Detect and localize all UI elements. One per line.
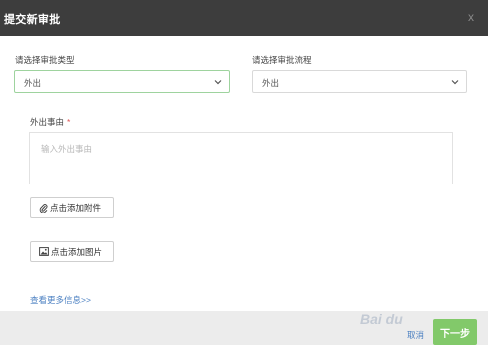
reason-label-text: 外出事由	[30, 117, 65, 127]
cancel-button[interactable]: 取消	[407, 329, 424, 341]
image-icon	[39, 247, 49, 256]
approval-flow-value: 外出	[262, 78, 280, 88]
next-step-label: 下一步	[440, 328, 470, 340]
more-info-link[interactable]: 查看更多信息>>	[30, 294, 91, 306]
dialog-header: 提交新审批 x	[0, 0, 488, 36]
dialog-footer: 取消 下一步	[0, 311, 488, 345]
chevron-down-icon	[451, 80, 459, 85]
approval-type-value: 外出	[24, 78, 42, 88]
add-image-label: 点击添加图片	[51, 246, 103, 257]
baidu-watermark: Bai du	[360, 311, 403, 327]
chevron-down-icon	[214, 80, 222, 85]
add-attachment-button[interactable]: 点击添加附件	[30, 197, 114, 218]
close-icon[interactable]: x	[468, 10, 474, 24]
approval-type-label: 请选择审批类型	[15, 55, 75, 65]
approval-flow-label: 请选择审批流程	[252, 55, 312, 65]
next-step-button[interactable]: 下一步	[433, 319, 477, 345]
approval-type-select[interactable]: 外出	[14, 70, 230, 93]
reason-label: 外出事由 *	[30, 116, 70, 128]
required-mark: *	[67, 117, 71, 127]
add-attachment-label: 点击添加附件	[50, 202, 102, 213]
add-image-button[interactable]: 点击添加图片	[30, 241, 114, 262]
reason-placeholder: 输入外出事由	[41, 144, 93, 154]
dialog-title: 提交新审批	[4, 14, 61, 26]
paperclip-icon	[39, 203, 48, 213]
reason-textarea[interactable]: 输入外出事由	[29, 132, 453, 184]
approval-flow-select[interactable]: 外出	[252, 70, 467, 93]
